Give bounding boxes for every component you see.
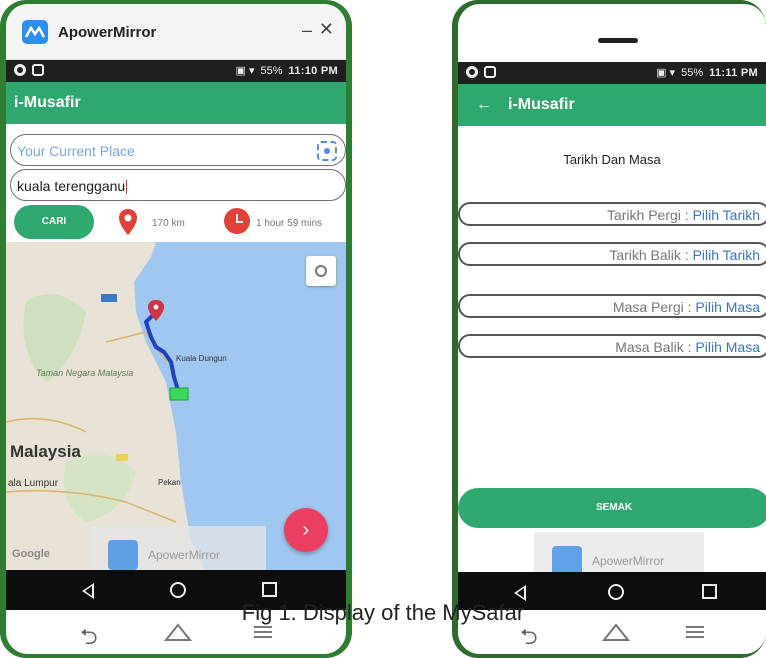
signal-icon: ▣ ▾ [235,65,255,77]
apowermirror-titlebar: ApowerMirror – ✕ [6,4,346,60]
status-bar: ▣ ▾ 55% 11:10 PM [6,60,346,82]
minimize-button[interactable]: – [302,20,312,41]
field-value: Pilih Masa [695,339,760,355]
map-country-label: Malaysia [10,442,81,461]
map-town-label: Pekan [158,478,181,487]
watermark-text: ApowerMirror [148,548,221,562]
status-bar: ▣ ▾ 55% 11:11 PM [458,62,766,84]
right-phone-screen: ▣ ▾ 55% 11:11 PM ← i-Musafir Tarikh Dan … [458,4,766,654]
battery-level: 55% [681,66,704,79]
gallery-icon [32,64,44,76]
app-bar: ← i-Musafir [458,84,766,126]
current-place-input[interactable]: Your Current Place [10,134,346,166]
field-value: Pilih Masa [695,299,760,315]
left-phone-screen: ApowerMirror – ✕ ▣ ▾ 55% 11:10 PM i-Musa… [6,4,346,654]
watermark-text: ApowerMirror [592,554,665,568]
status-time: 11:10 PM [288,64,338,77]
app-bar: i-Musafir [6,82,346,124]
departure-date-field[interactable]: Tarikh Pergi : Pilih Tarikh [458,202,766,226]
duration-value: 1 hour 59 mins [256,218,323,229]
back-arrow-icon[interactable]: ← [476,96,492,114]
apowermirror-logo-icon [22,20,48,44]
figure-caption: Fig 1. Display of the MySafar [241,600,525,625]
hw-menu-icon[interactable] [254,626,272,638]
destination-input[interactable]: kuala terengganu [10,169,346,201]
status-time: 11:11 PM [709,66,758,79]
gallery-icon [484,66,496,78]
nav-home-icon[interactable] [170,582,186,598]
watermark-logo-icon [108,540,138,570]
current-place-placeholder: Your Current Place [17,143,135,159]
google-attribution: Google [12,548,50,560]
map-recenter-button[interactable] [306,256,336,286]
destination-value: kuala terengganu [17,178,126,194]
nav-home-icon[interactable] [608,584,624,600]
battery-level: 55% [260,64,283,77]
section-title: Tarikh Dan Masa [563,152,661,167]
field-value: Pilih Tarikh [692,207,760,223]
notification-icon [14,64,26,76]
departure-time-field[interactable]: Masa Pergi : Pilih Masa [458,294,766,318]
check-button[interactable]: SEMAK [458,488,766,528]
field-label: Tarikh Balik : [609,247,689,263]
distance-value: 170 km [152,218,185,229]
map-park-label: Taman Negara Malaysia [36,368,134,378]
field-label: Tarikh Pergi : [606,207,689,223]
return-time-field[interactable]: Masa Balik : Pilih Masa [458,334,766,358]
app-title: i-Musafir [14,94,81,111]
close-button[interactable]: ✕ [319,19,334,40]
notification-icon [466,66,478,78]
left-phone-frame: ApowerMirror – ✕ ▣ ▾ 55% 11:10 PM i-Musa… [0,0,352,658]
clock-icon [224,208,250,234]
window-title: ApowerMirror [58,24,157,41]
text-caret [126,180,128,195]
field-value: Pilih Tarikh [692,247,760,263]
my-location-icon[interactable] [317,141,337,161]
app-title: i-Musafir [508,96,575,113]
field-label: Masa Balik : [615,339,692,355]
map-city-label: ala Lumpur [8,478,59,489]
phone-speaker [598,38,638,43]
nav-recent-icon[interactable] [262,582,277,597]
nav-recent-icon[interactable] [702,584,717,599]
nav-back-icon[interactable] [514,585,526,601]
nav-back-icon[interactable] [82,583,94,599]
return-date-field[interactable]: Tarikh Balik : Pilih Tarikh [458,242,766,266]
map-pin-icon [119,209,137,235]
next-fab-button[interactable]: › [284,508,328,552]
search-button[interactable]: CARI [14,205,94,239]
hw-menu-icon[interactable] [686,626,704,638]
field-label: Masa Pergi : [612,299,692,315]
map-town-label: Kuala Dungun [176,354,227,363]
right-phone-frame: ▣ ▾ 55% 11:11 PM ← i-Musafir Tarikh Dan … [452,0,766,658]
signal-icon: ▣ ▾ [656,67,676,79]
